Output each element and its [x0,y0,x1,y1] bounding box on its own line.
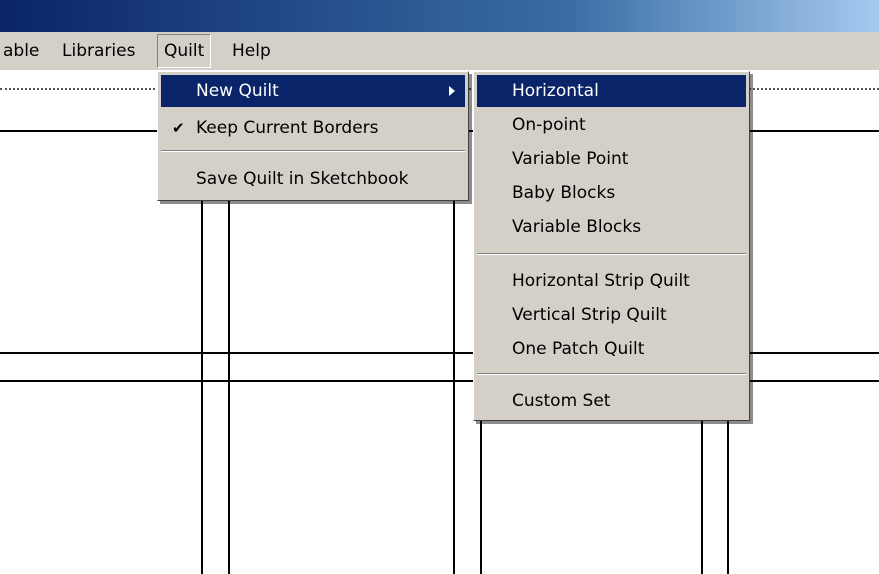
submenu-item-custom-set[interactable]: Custom Set [477,385,746,417]
menu-separator [477,253,746,255]
menu-item-label: One Patch Quilt [512,339,645,359]
submenu-arrow-icon [449,86,455,96]
submenu-item-horizontal[interactable]: Horizontal [477,75,746,107]
submenu-item-variable-point[interactable]: Variable Point [477,143,746,175]
menu-item-label: Variable Point [512,149,629,169]
submenu-item-on-point[interactable]: On-point [477,109,746,141]
menu-item-new-quilt[interactable]: New Quilt [161,75,465,107]
menu-bar: able Libraries Quilt Help [0,32,879,70]
check-icon: ✔ [172,119,185,137]
submenu-item-horizontal-strip-quilt[interactable]: Horizontal Strip Quilt [477,265,746,297]
window-title-bar [0,0,879,32]
menu-quilt[interactable]: Quilt [157,34,212,68]
menu-item-label: Horizontal Strip Quilt [512,271,690,291]
menu-separator [161,150,465,152]
menu-item-label: Baby Blocks [512,183,616,203]
quilt-menu: New Quilt ✔ Keep Current Borders Save Qu… [157,71,469,201]
menu-item-label: Horizontal [512,81,599,101]
menu-item-keep-current-borders[interactable]: ✔ Keep Current Borders [161,112,465,144]
menu-help[interactable]: Help [232,32,271,70]
submenu-item-one-patch-quilt[interactable]: One Patch Quilt [477,333,746,365]
menu-item-label: Save Quilt in Sketchbook [196,169,409,189]
menu-item-label: On-point [512,115,586,135]
menu-table[interactable]: able [3,32,39,70]
submenu-item-vertical-strip-quilt[interactable]: Vertical Strip Quilt [477,299,746,331]
submenu-item-variable-blocks[interactable]: Variable Blocks [477,211,746,243]
menu-item-label: Custom Set [512,391,611,411]
menu-separator [477,373,746,375]
menu-libraries[interactable]: Libraries [62,32,135,70]
menu-item-save-quilt[interactable]: Save Quilt in Sketchbook [161,163,465,195]
menu-item-label: Variable Blocks [512,217,642,237]
menu-item-label: Vertical Strip Quilt [512,305,667,325]
menu-item-label: New Quilt [196,81,279,101]
submenu-item-baby-blocks[interactable]: Baby Blocks [477,177,746,209]
new-quilt-submenu: Horizontal On-point Variable Point Baby … [473,71,750,421]
menu-item-label: Keep Current Borders [196,118,379,138]
